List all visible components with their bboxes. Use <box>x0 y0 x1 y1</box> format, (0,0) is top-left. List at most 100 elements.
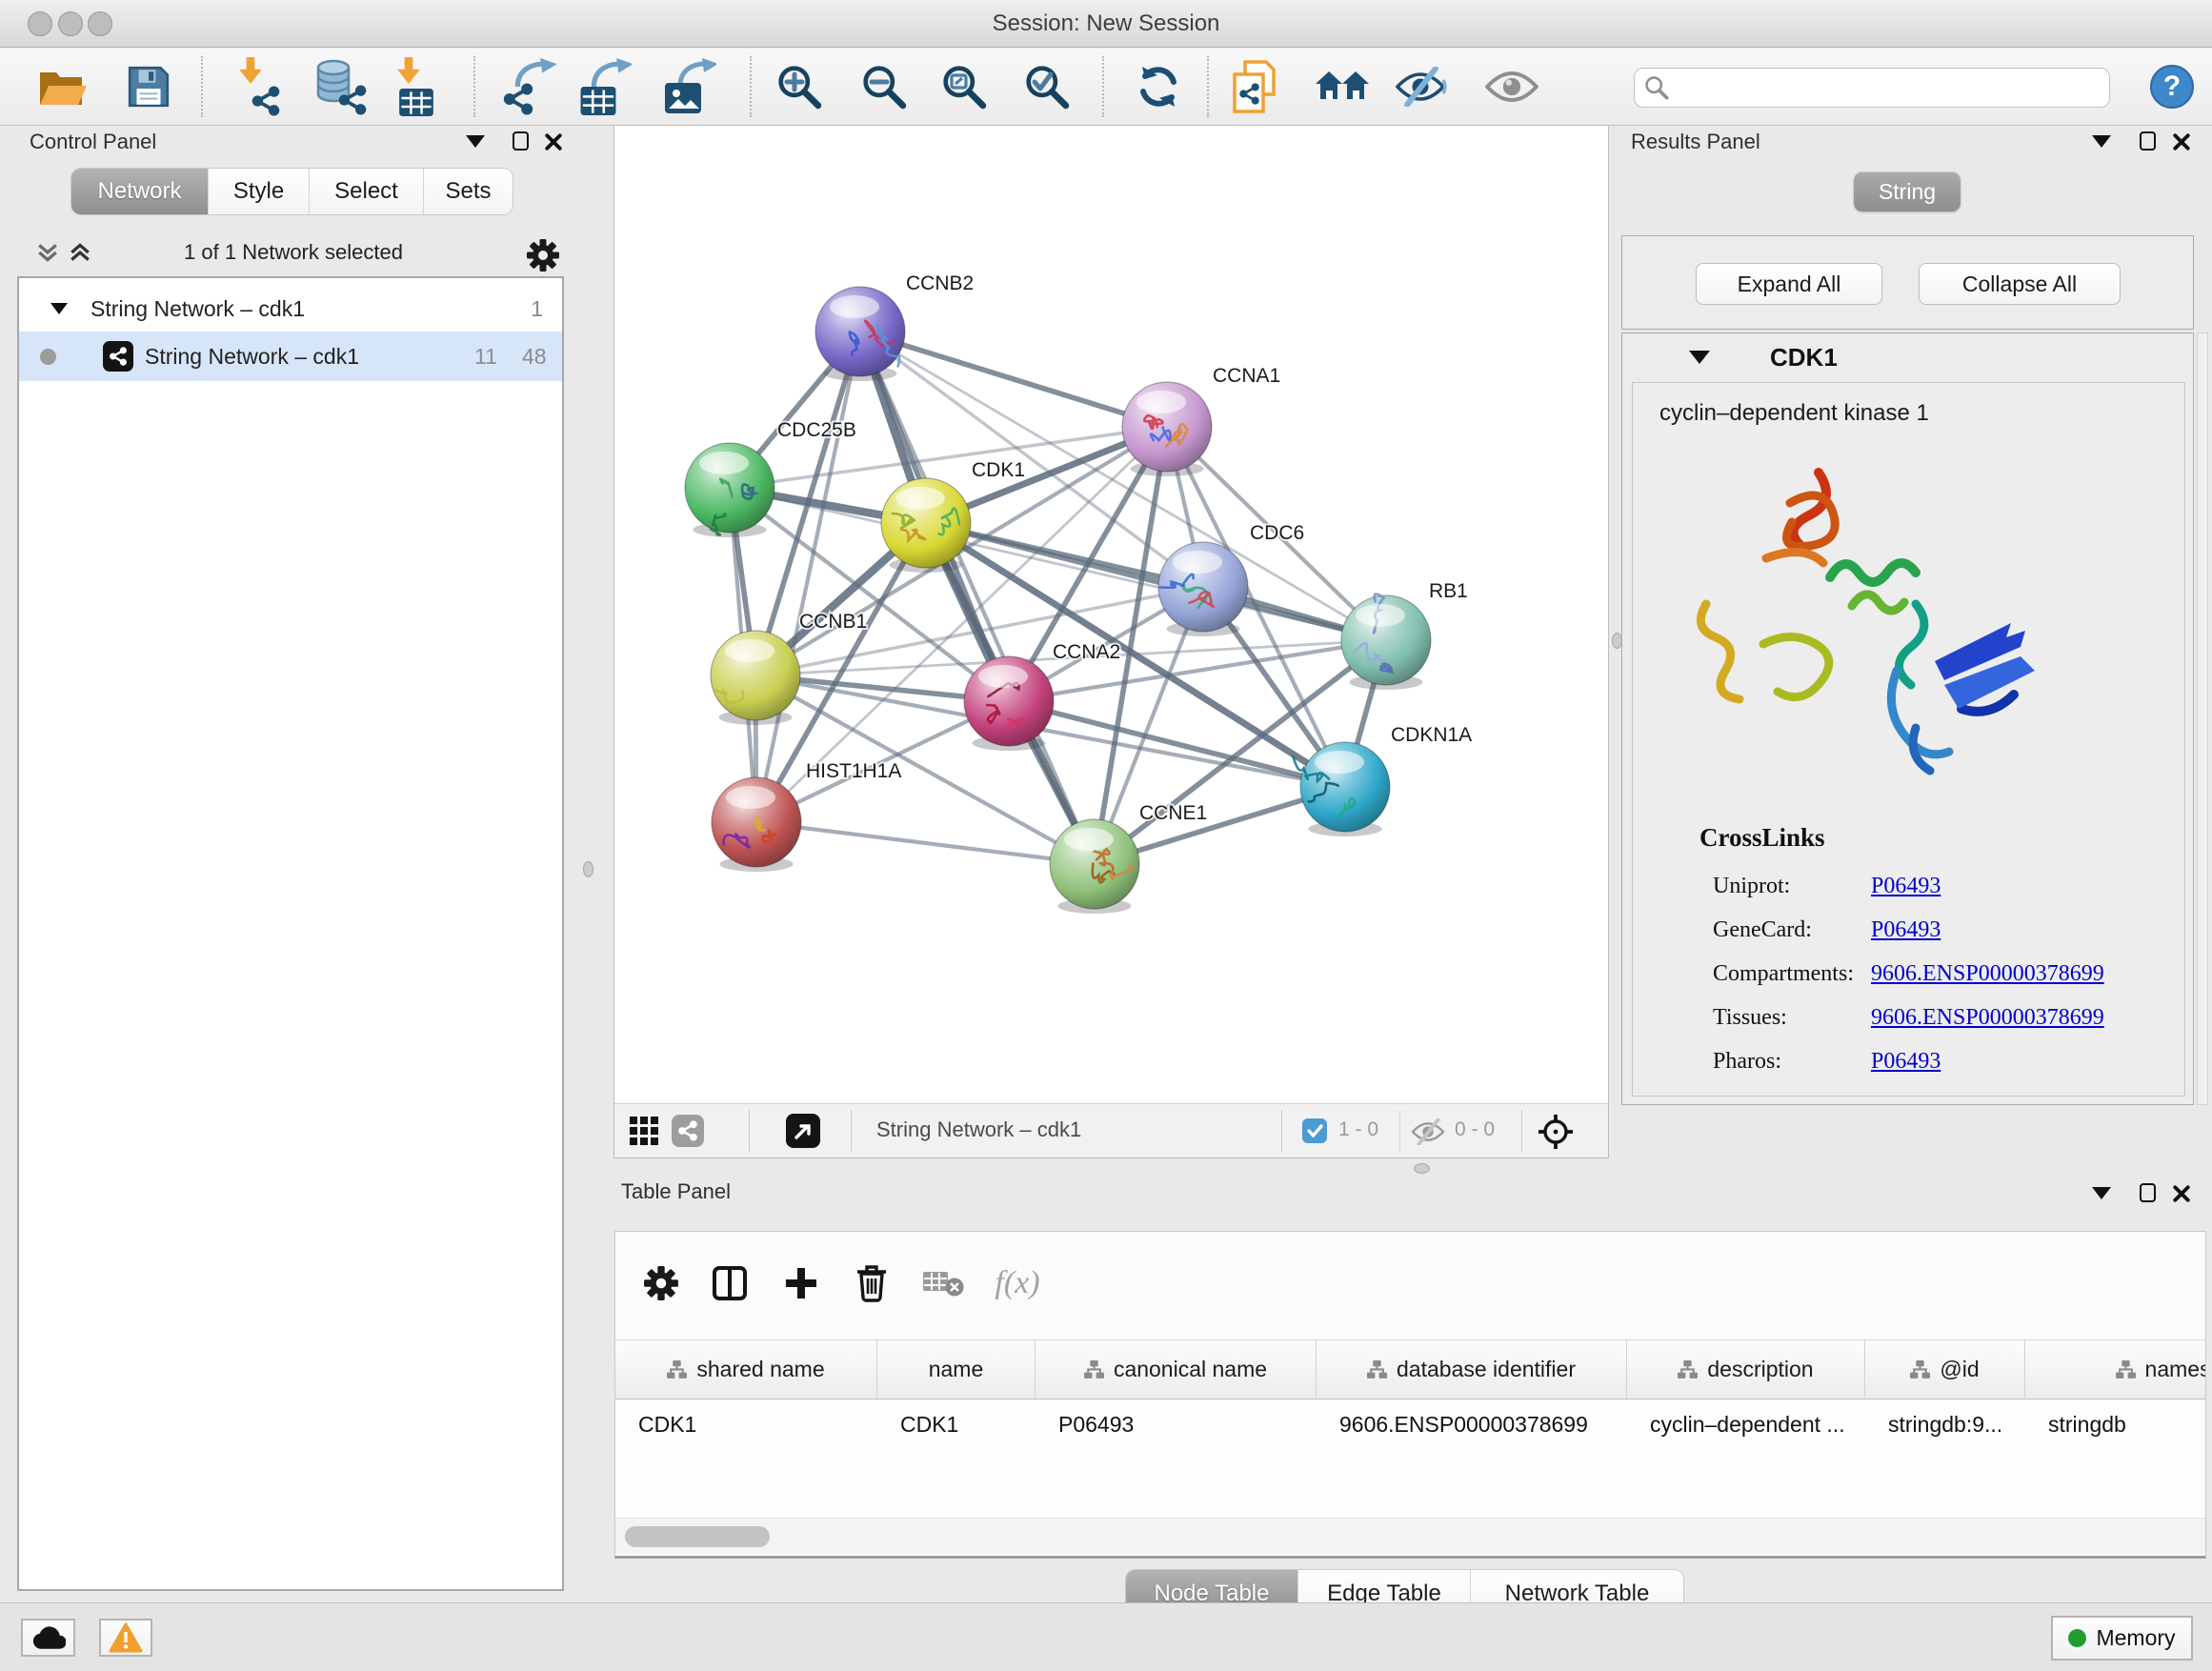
table-panel-close-icon[interactable] <box>2173 1185 2190 1202</box>
crosslink-value-link[interactable]: P06493 <box>1871 917 1941 943</box>
memory-button[interactable]: Memory <box>2051 1616 2193 1661</box>
table-row[interactable]: CDK1CDK1P064939606.ENSP00000378699cyclin… <box>615 1400 2206 1448</box>
tab-select[interactable]: Select <box>310 169 424 214</box>
collapse-all-button[interactable]: Collapse All <box>1919 263 2121 305</box>
show-all-button[interactable] <box>1481 52 1542 121</box>
network-options-gear-icon[interactable] <box>526 238 560 272</box>
export-table-icon <box>578 58 632 115</box>
results-tab-string[interactable]: String <box>1854 171 1961 211</box>
control-panel-menu-icon[interactable] <box>466 135 485 148</box>
network-node-CCNB2[interactable]: CCNB2 <box>815 272 974 381</box>
import-network-database-button[interactable] <box>310 52 371 121</box>
collection-count: 1 <box>531 296 543 322</box>
zoom-out-button[interactable] <box>854 52 915 121</box>
network-type-badge-icon[interactable] <box>672 1115 704 1147</box>
tab-style[interactable]: Style <box>209 169 310 214</box>
cloud-status-button[interactable] <box>21 1619 75 1657</box>
column-type-icon <box>2116 1360 2136 1379</box>
expand-all-networks-icon[interactable] <box>69 242 91 263</box>
column-header-database-identifier[interactable]: database identifier <box>1317 1340 1627 1399</box>
zoom-fit-button[interactable] <box>934 52 995 121</box>
table-options-gear-icon[interactable] <box>633 1255 690 1312</box>
network-edge-CCNB2-CCNE1[interactable] <box>860 332 1095 864</box>
help-button[interactable]: ? <box>2150 65 2194 109</box>
column-header-description[interactable]: description <box>1627 1340 1865 1399</box>
table-cell[interactable]: cyclin–dependent ... <box>1627 1400 1865 1448</box>
column-header-name[interactable]: name <box>877 1340 1036 1399</box>
import-network-icon <box>230 57 285 116</box>
table-cell[interactable]: CDK1 <box>615 1400 877 1448</box>
network-node-CDK1[interactable]: CDK1 <box>881 459 1025 573</box>
grid-mode-icon[interactable] <box>630 1117 660 1147</box>
scrollbar-thumb[interactable] <box>625 1526 770 1547</box>
node-label-CCNB1: CCNB1 <box>799 611 867 633</box>
control-panel-float-icon[interactable] <box>513 131 529 151</box>
zoom-in-button[interactable] <box>769 52 830 121</box>
table-panel-float-icon[interactable] <box>2140 1183 2156 1202</box>
network-row-selected[interactable]: String Network – cdk1 11 48 <box>19 332 562 381</box>
network-canvas[interactable]: CCNB2CCNA1CDC25BCDK1CDC6RB1CCNB1CCNA2CDK… <box>614 126 1608 1102</box>
table-horizontal-scrollbar[interactable] <box>615 1518 2205 1554</box>
open-session-button[interactable] <box>32 52 93 121</box>
network-node-CDKN1A[interactable]: CDKN1A <box>1293 724 1472 836</box>
string-documents-button[interactable] <box>1225 52 1286 121</box>
warnings-button[interactable] <box>99 1619 152 1657</box>
control-panel-close-icon[interactable] <box>545 133 562 151</box>
results-panel-close-icon[interactable] <box>2173 133 2190 151</box>
crosslink-value-link[interactable]: P06493 <box>1871 1049 1941 1075</box>
network-collection-row[interactable]: String Network – cdk1 1 <box>19 286 562 332</box>
delete-table-icon[interactable] <box>915 1255 973 1312</box>
tab-sets[interactable]: Sets <box>424 169 513 214</box>
create-column-plus-icon[interactable] <box>773 1255 830 1312</box>
table-cell[interactable]: 9606.ENSP00000378699 <box>1317 1400 1627 1448</box>
column-header-shared-name[interactable]: shared name <box>615 1340 877 1399</box>
search-input[interactable] <box>1669 74 2100 101</box>
detach-view-button[interactable] <box>786 1114 820 1148</box>
column-header--id[interactable]: @id <box>1865 1340 2025 1399</box>
node-table: f(x) shared namenamecanonical namedataba… <box>614 1231 2206 1559</box>
save-session-button[interactable] <box>118 52 179 121</box>
import-table-file-button[interactable] <box>385 52 446 121</box>
network-tree: String Network – cdk1 1 String Network –… <box>17 276 564 1591</box>
bottom-splitter-handle[interactable] <box>1414 1163 1430 1174</box>
zoom-selected-button[interactable] <box>1016 52 1077 121</box>
first-neighbors-button[interactable] <box>1313 52 1374 121</box>
collapse-all-networks-icon[interactable] <box>36 242 59 263</box>
houses-icon <box>1315 66 1372 108</box>
network-node-RB1[interactable]: RB1 <box>1341 580 1468 690</box>
results-panel-menu-icon[interactable] <box>2092 135 2111 148</box>
crosslink-value-link[interactable]: 9606.ENSP00000378699 <box>1871 1005 2104 1031</box>
crosslink-value-link[interactable]: P06493 <box>1871 874 1941 899</box>
results-panel-float-icon[interactable] <box>2140 131 2156 151</box>
refresh-view-button[interactable] <box>1128 52 1189 121</box>
expand-all-button[interactable]: Expand All <box>1696 263 1882 305</box>
import-network-file-button[interactable] <box>227 52 288 121</box>
results-scrollbar[interactable] <box>2197 332 2208 1105</box>
collection-expander-icon[interactable] <box>50 303 68 314</box>
gene-expander-icon[interactable] <box>1689 351 1710 364</box>
hide-selected-button[interactable] <box>1393 52 1454 121</box>
export-network-button[interactable] <box>499 52 560 121</box>
tab-network[interactable]: Network <box>71 169 209 214</box>
network-edge-HIST1H1A-CCNE1[interactable] <box>756 822 1095 864</box>
column-header-canonical-name[interactable]: canonical name <box>1036 1340 1317 1399</box>
search-field[interactable] <box>1634 68 2110 108</box>
crosslink-value-link[interactable]: 9606.ENSP00000378699 <box>1871 961 2104 987</box>
left-splitter-handle[interactable] <box>583 861 593 877</box>
show-columns-icon[interactable] <box>701 1255 758 1312</box>
export-image-button[interactable] <box>659 52 720 121</box>
function-builder-button[interactable]: f(x) <box>989 1255 1046 1312</box>
table-panel-menu-icon[interactable] <box>2092 1187 2111 1199</box>
table-cell[interactable]: P06493 <box>1036 1400 1317 1448</box>
main-toolbar: ? <box>0 49 2212 126</box>
table-cell[interactable]: stringdb:9... <box>1865 1400 2025 1448</box>
selected-nodes-checkbox[interactable] <box>1302 1118 1327 1143</box>
table-cell[interactable]: CDK1 <box>877 1400 1036 1448</box>
export-table-button[interactable] <box>574 52 635 121</box>
network-node-HIST1H1A[interactable]: HIST1H1A <box>712 760 901 872</box>
column-header-namespace[interactable]: namespace <box>2025 1340 2206 1399</box>
table-cell[interactable]: stringdb <box>2025 1400 2206 1448</box>
delete-columns-trash-icon[interactable] <box>843 1255 900 1312</box>
birds-eye-view-icon[interactable] <box>1537 1113 1575 1151</box>
network-edge-CCNB2-CCNA1[interactable] <box>860 332 1167 427</box>
